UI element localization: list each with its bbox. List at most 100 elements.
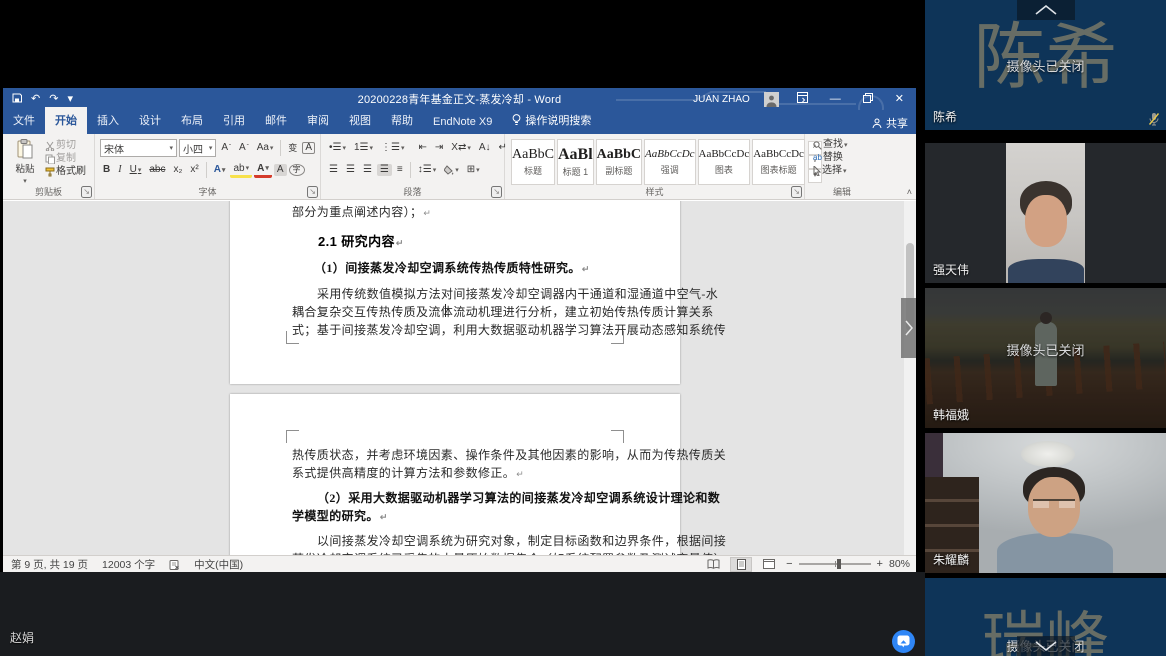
style-heading[interactable]: AaBbC 标题 — [511, 139, 555, 185]
select-button[interactable]: 选择 ▾ — [810, 165, 851, 177]
grow-font-button[interactable]: Aˆ — [218, 142, 234, 154]
document-canvas[interactable]: 部分为重点阐述内容）；↵ 2.1 研究内容↵ （1）间接蒸发冷却空调系统传热传质… — [3, 201, 916, 555]
borders-button[interactable]: ⊞ ▾ — [464, 164, 483, 176]
redo-button[interactable]: ↷ — [49, 93, 58, 105]
tab-review[interactable]: 审阅 — [297, 107, 339, 134]
line-spacing-button[interactable]: ↕☰ ▾ — [415, 164, 439, 176]
find-button[interactable]: 查找 ▾ — [810, 139, 851, 151]
style-emphasis[interactable]: AaBbCcDc 强调 — [644, 139, 696, 185]
style-chart-title[interactable]: AaBbCcDc 图表标题 — [752, 139, 805, 185]
bullet-list-button[interactable]: •☰ ▾ — [326, 142, 349, 154]
zoom-out-button[interactable]: − — [786, 558, 792, 570]
shrink-font-button[interactable]: Aˇ — [236, 142, 252, 154]
align-center-button[interactable]: ☰ — [343, 164, 358, 176]
zoom-slider-thumb[interactable] — [836, 559, 841, 569]
word-count[interactable]: 12003 个字 — [102, 557, 155, 572]
minimize-button[interactable]: — — [826, 93, 845, 105]
scroll-participants-down-button[interactable] — [1016, 636, 1075, 656]
increase-indent-button[interactable]: ⇥ — [432, 142, 446, 154]
font-dialog-launcher[interactable]: ↘ — [307, 186, 318, 198]
paragraph-dialog-launcher[interactable]: ↘ — [491, 186, 502, 198]
cut-icon — [45, 141, 55, 151]
styles-dialog-launcher[interactable]: ↘ — [791, 186, 802, 198]
sort-button[interactable]: A↓ — [476, 142, 494, 154]
tab-design[interactable]: 设计 — [129, 107, 171, 134]
clipboard-dialog-launcher[interactable]: ↘ — [81, 186, 92, 198]
style-subtitle[interactable]: AaBbC 副标题 — [595, 139, 643, 185]
share-button[interactable]: 共享 — [872, 115, 908, 131]
tab-file[interactable]: 文件 — [3, 107, 45, 134]
style-heading1[interactable]: AaBl 标题 1 — [557, 139, 594, 185]
screen-share-stage: ↶ ↷ ▾ 20200228青年基金正文-蒸发冷却 - Word JUAN ZH… — [0, 0, 925, 656]
zoom-slider[interactable] — [798, 559, 871, 569]
align-right-button[interactable]: ☰ — [360, 164, 375, 176]
strikethrough-button[interactable]: abc — [146, 164, 168, 176]
print-layout-button[interactable] — [730, 556, 753, 572]
zoom-level[interactable]: 80% — [889, 558, 910, 570]
tab-mailings[interactable]: 邮件 — [255, 107, 297, 134]
number-list-button[interactable]: 1☰ ▾ — [351, 142, 376, 154]
justify-button[interactable]: ☰ — [376, 164, 392, 176]
font-color-button[interactable]: A ▾ — [254, 163, 272, 178]
align-left-button[interactable]: ☰ — [326, 164, 341, 176]
page-indicator[interactable]: 第 9 页, 共 19 页 — [11, 557, 88, 572]
italic-button[interactable]: I — [115, 164, 124, 176]
asian-layout-button[interactable]: X⇄ ▾ — [448, 142, 474, 154]
text-effects-button[interactable]: A ▾ — [211, 164, 229, 176]
document-page-10[interactable]: 热传质状态，并考虑环境因素、操作条件及其他因素的影响，从而为传热传质关 系式提供… — [230, 394, 726, 555]
style-chart[interactable]: AaBbCcDc 图表 — [697, 139, 751, 185]
chat-fab-button[interactable] — [892, 630, 915, 653]
bold-button[interactable]: B — [100, 164, 113, 176]
zoom-in-button[interactable]: + — [877, 558, 883, 570]
tab-home[interactable]: 开始 — [45, 107, 87, 134]
tab-view[interactable]: 视图 — [339, 107, 381, 134]
document-page-9[interactable]: 部分为重点阐述内容）；↵ 2.1 研究内容↵ （1）间接蒸发冷却空调系统传热传质… — [230, 201, 726, 384]
collapse-ribbon-button[interactable]: ˄ — [907, 187, 912, 197]
undo-button[interactable]: ↶ — [31, 93, 40, 105]
format-painter-button[interactable]: 格式刷 — [42, 166, 89, 178]
scroll-participants-up-button[interactable] — [1016, 0, 1075, 20]
language-indicator[interactable]: 中文(中国) — [194, 557, 243, 572]
copy-button[interactable]: 复制 — [42, 153, 89, 165]
account-avatar[interactable] — [763, 91, 779, 107]
proofing-status-icon[interactable] — [169, 559, 180, 570]
font-name-combobox[interactable]: 宋体 ▾ — [100, 139, 178, 157]
restore-button[interactable] — [859, 92, 877, 106]
superscript-button[interactable]: x² — [187, 164, 201, 176]
vertical-scrollbar[interactable] — [904, 201, 916, 555]
read-mode-button[interactable] — [702, 557, 724, 572]
ribbon-display-options-button[interactable] — [793, 92, 812, 106]
subscript-button[interactable]: x₂ — [170, 164, 185, 176]
sidebar-expand-handle[interactable] — [901, 298, 916, 358]
participant-tile-hanfue[interactable]: 摄像头已关闭 韩福娥 — [925, 288, 1166, 428]
tab-endnote[interactable]: EndNote X9 — [423, 111, 502, 134]
enclose-characters-button[interactable]: 字 — [288, 164, 305, 176]
font-size-combobox[interactable]: 小四 ▾ — [179, 139, 217, 157]
replace-button[interactable]: ab 替换 — [810, 152, 851, 164]
phonetic-guide-button[interactable]: 变 — [285, 143, 300, 154]
titlebar-controls: JUAN ZHAO — ✕ — [693, 88, 916, 110]
character-shading-button[interactable]: A — [273, 164, 287, 176]
multilevel-list-button[interactable]: ⋮☰ ▾ — [378, 142, 407, 154]
character-border-button[interactable]: A — [302, 142, 315, 154]
close-button[interactable]: ✕ — [891, 93, 908, 105]
underline-button[interactable]: U ▾ — [127, 164, 145, 176]
tab-references[interactable]: 引用 — [213, 107, 255, 134]
highlight-button[interactable]: ab ▾ — [230, 163, 253, 178]
change-case-button[interactable]: Aa ▾ — [254, 142, 277, 154]
cut-button[interactable]: 剪切 — [42, 140, 89, 152]
distribute-button[interactable]: ≡ — [394, 164, 406, 176]
participant-tile-qiangtianwei[interactable]: 强天伟 — [925, 143, 1166, 283]
customize-qat-button[interactable]: ▾ — [67, 93, 73, 105]
save-button[interactable] — [12, 93, 22, 106]
web-layout-button[interactable] — [758, 557, 780, 572]
decrease-indent-button[interactable]: ⇤ — [416, 142, 430, 154]
paste-button[interactable]: 粘贴 ▾ — [8, 137, 42, 186]
tell-me-search[interactable]: 操作说明搜索 — [502, 107, 601, 134]
tell-me-label: 操作说明搜索 — [525, 115, 592, 127]
tab-insert[interactable]: 插入 — [87, 107, 129, 134]
tab-help[interactable]: 帮助 — [381, 107, 423, 134]
participant-tile-zhuyaolin[interactable]: 朱耀麟 — [925, 433, 1166, 573]
tab-layout[interactable]: 布局 — [171, 107, 213, 134]
shading-button[interactable]: ▾ — [441, 164, 462, 176]
